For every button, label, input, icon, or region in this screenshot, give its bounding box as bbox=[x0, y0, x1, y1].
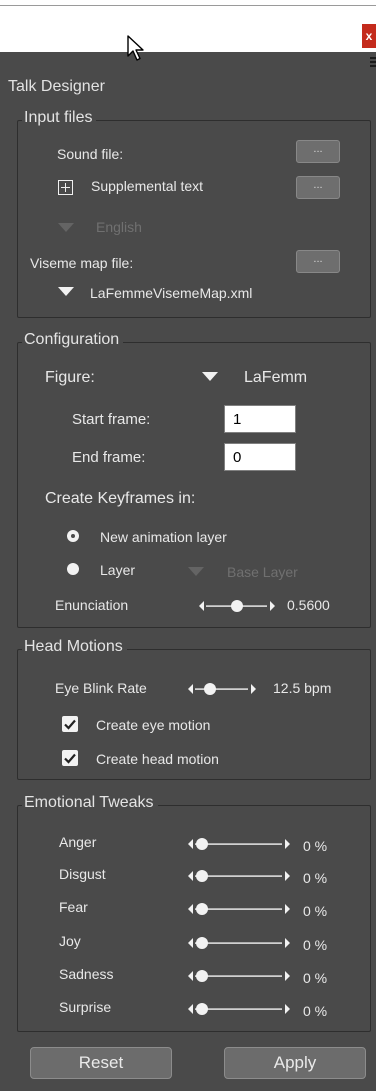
eye-blink-rate-value: 12.5 bpm bbox=[273, 680, 332, 696]
emotion-slider[interactable] bbox=[186, 934, 292, 952]
panel-grip-icon[interactable] bbox=[370, 57, 376, 71]
talk-designer-window: x Talk Designer Input files Sound file: … bbox=[0, 0, 376, 1091]
create-head-motion-checkbox[interactable] bbox=[62, 750, 78, 766]
window-top-border bbox=[0, 5, 376, 6]
emotion-slider[interactable] bbox=[186, 967, 292, 985]
start-frame-label: Start frame: bbox=[72, 411, 151, 428]
emotion-label: Joy bbox=[59, 933, 81, 949]
checkmark-icon bbox=[64, 719, 76, 730]
emotion-slider[interactable] bbox=[186, 900, 292, 918]
apply-button[interactable]: Apply bbox=[224, 1047, 366, 1079]
viseme-map-dropdown[interactable]: LaFemmeVisemeMap.xml bbox=[90, 285, 252, 301]
layer-radio[interactable] bbox=[67, 563, 79, 575]
create-eye-motion-checkbox[interactable] bbox=[62, 716, 78, 732]
viseme-map-label: Viseme map file: bbox=[30, 255, 134, 271]
configuration-legend: Configuration bbox=[22, 331, 124, 349]
checkmark-icon bbox=[64, 753, 76, 764]
eye-blink-rate-label: Eye Blink Rate bbox=[55, 680, 147, 696]
emotion-slider[interactable] bbox=[186, 867, 292, 885]
layer-label[interactable]: Layer bbox=[100, 562, 135, 578]
emotion-label: Fear bbox=[59, 899, 88, 915]
emotion-value: 0 % bbox=[303, 1003, 328, 1019]
new-animation-layer-label[interactable]: New animation layer bbox=[100, 529, 227, 545]
enunciation-label: Enunciation bbox=[55, 597, 129, 613]
mouse-cursor-icon bbox=[127, 35, 144, 61]
panel-title: Talk Designer bbox=[8, 78, 105, 95]
eye-blink-rate-slider[interactable] bbox=[186, 680, 258, 698]
emotional-tweaks-legend: Emotional Tweaks bbox=[22, 794, 158, 812]
emotion-value: 0 % bbox=[303, 838, 328, 854]
input-files-legend: Input files bbox=[22, 109, 97, 127]
figure-dropdown-arrow-icon[interactable] bbox=[202, 372, 218, 381]
viseme-map-dropdown-arrow-icon[interactable] bbox=[58, 287, 74, 296]
supplemental-text-browse-button[interactable]: ... bbox=[296, 176, 340, 199]
figure-label: Figure: bbox=[45, 369, 95, 386]
emotion-label: Surprise bbox=[59, 999, 112, 1015]
emotion-label: Disgust bbox=[59, 866, 106, 882]
create-keyframes-label: Create Keyframes in: bbox=[45, 490, 196, 507]
language-dropdown: English bbox=[96, 219, 142, 235]
emotion-value: 0 % bbox=[303, 937, 328, 953]
emotion-value: 0 % bbox=[303, 970, 328, 986]
viseme-map-browse-button[interactable]: ... bbox=[296, 250, 340, 273]
emotion-label: Anger bbox=[59, 834, 97, 850]
emotion-slider[interactable] bbox=[186, 835, 292, 853]
end-frame-label: End frame: bbox=[72, 449, 146, 466]
base-layer-dropdown: Base Layer bbox=[227, 564, 298, 580]
expand-supplemental-icon[interactable] bbox=[58, 180, 73, 195]
emotion-slider[interactable] bbox=[186, 1000, 292, 1018]
start-frame-input[interactable]: 1 bbox=[224, 405, 296, 433]
emotion-label: Sadness bbox=[59, 966, 114, 982]
sound-file-label: Sound file: bbox=[57, 146, 124, 162]
language-dropdown-arrow-icon bbox=[58, 223, 74, 232]
new-animation-layer-radio[interactable] bbox=[67, 530, 79, 542]
sound-file-browse-button[interactable]: ... bbox=[296, 140, 340, 163]
create-head-motion-label[interactable]: Create head motion bbox=[96, 751, 219, 767]
end-frame-input[interactable]: 0 bbox=[224, 443, 296, 471]
enunciation-value: 0.5600 bbox=[287, 597, 330, 613]
emotion-value: 0 % bbox=[303, 903, 328, 919]
base-layer-dropdown-arrow-icon bbox=[188, 567, 204, 576]
supplemental-text-label[interactable]: Supplemental text bbox=[91, 178, 203, 194]
figure-dropdown[interactable]: LaFemm bbox=[244, 369, 307, 387]
emotion-value: 0 % bbox=[303, 870, 328, 886]
close-button[interactable]: x bbox=[362, 24, 376, 48]
enunciation-slider[interactable] bbox=[197, 597, 277, 615]
head-motions-legend: Head Motions bbox=[22, 638, 127, 656]
create-eye-motion-label[interactable]: Create eye motion bbox=[96, 717, 210, 733]
reset-button[interactable]: Reset bbox=[30, 1047, 172, 1079]
